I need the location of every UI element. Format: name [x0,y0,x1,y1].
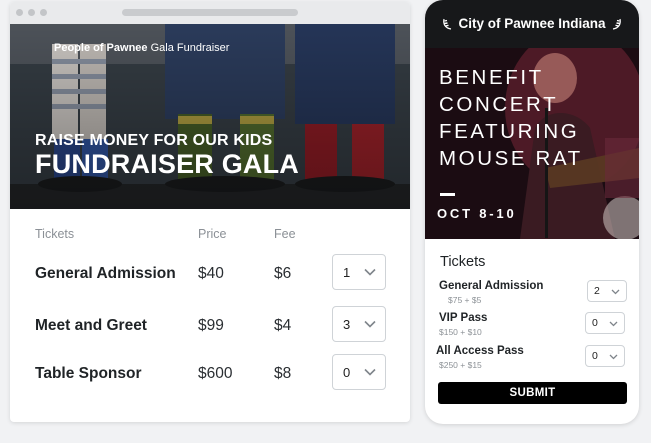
chevron-down-icon [364,320,376,328]
mobile-phone-frame: City of Pawnee Indiana BENEFIT CONCERT F… [425,0,639,424]
chevron-down-icon [609,321,618,327]
tickets-heading: Tickets [440,254,486,270]
city-title-line: City of Pawnee Indiana [425,16,639,31]
quantity-value: 0 [592,350,598,362]
event-dates: OCT 8-10 [437,206,517,221]
quantity-select[interactable]: 1 [332,254,386,290]
list-item: General Admission $75 + $5 2 [425,280,639,310]
city-title: City of Pawnee Indiana [458,16,606,31]
ticket-price: $600 [198,365,233,382]
hero-banner: People of Pawnee Gala Fundraiser RAISE M… [10,24,410,209]
ticket-fee: $8 [274,365,292,382]
chevron-down-icon [364,268,376,276]
submit-button[interactable]: SUBMIT [438,382,627,404]
chevron-down-icon [364,368,376,376]
quantity-select[interactable]: 2 [587,280,627,302]
ticket-fee: $6 [274,265,292,282]
ticket-price: $150 + $10 [439,327,482,337]
ticket-price: $75 + $5 [448,295,482,305]
address-bar[interactable] [122,9,298,16]
column-header-tickets: Tickets [35,227,75,241]
column-header-fee: Fee [274,227,296,241]
quantity-value: 3 [343,317,351,332]
ticket-fee: $4 [274,317,292,334]
browser-toolbar [10,2,410,24]
concert-banner: BENEFIT CONCERT FEATURING MOUSE RAT OCT … [425,48,639,239]
table-row: Table Sponsor $600 $8 0 [10,354,410,394]
ticket-name: General Admission [439,280,544,292]
list-item: All Access Pass $250 + $15 0 [425,345,639,375]
ticket-price: $40 [198,265,224,282]
window-close-dot[interactable] [16,9,23,16]
chevron-down-icon [609,354,618,360]
wreath-right-icon [613,18,622,30]
quantity-select[interactable]: 0 [332,354,386,390]
quantity-value: 1 [343,265,351,280]
table-row: Meet and Greet $99 $4 3 [10,306,410,346]
window-minimize-dot[interactable] [28,9,35,16]
ticket-name: Meet and Greet [35,317,147,334]
title-divider [440,193,455,196]
wreath-left-icon [442,18,451,30]
quantity-select[interactable]: 0 [585,345,625,367]
desktop-browser-window: People of Pawnee Gala Fundraiser RAISE M… [10,2,410,422]
mobile-header: City of Pawnee Indiana [425,0,639,48]
ticket-name: VIP Pass [439,312,488,324]
column-header-price: Price [198,227,227,241]
quantity-value: 0 [343,365,351,380]
brand-name: People of Pawnee [54,42,148,54]
hero-title: FUNDRAISER GALA [35,149,299,179]
quantity-select[interactable]: 3 [332,306,386,342]
list-item: VIP Pass $150 + $10 0 [425,312,639,342]
concert-title: BENEFIT CONCERT FEATURING MOUSE RAT [439,66,583,170]
window-maximize-dot[interactable] [40,9,47,16]
brand-line: People of Pawnee Gala Fundraiser [54,42,229,54]
brand-event: Gala Fundraiser [147,42,230,54]
quantity-select[interactable]: 0 [585,312,625,334]
ticket-name: All Access Pass [436,345,524,357]
ticket-price: $250 + $15 [439,360,482,370]
ticket-name: Table Sponsor [35,365,142,382]
ticket-name: General Admission [35,265,176,282]
table-row: General Admission $40 $6 1 [10,254,410,294]
quantity-value: 0 [592,317,598,329]
chevron-down-icon [611,289,620,295]
quantity-value: 2 [594,285,600,297]
ticket-price: $99 [198,317,224,334]
hero-subtitle: RAISE MONEY FOR OUR KIDS [35,132,273,149]
